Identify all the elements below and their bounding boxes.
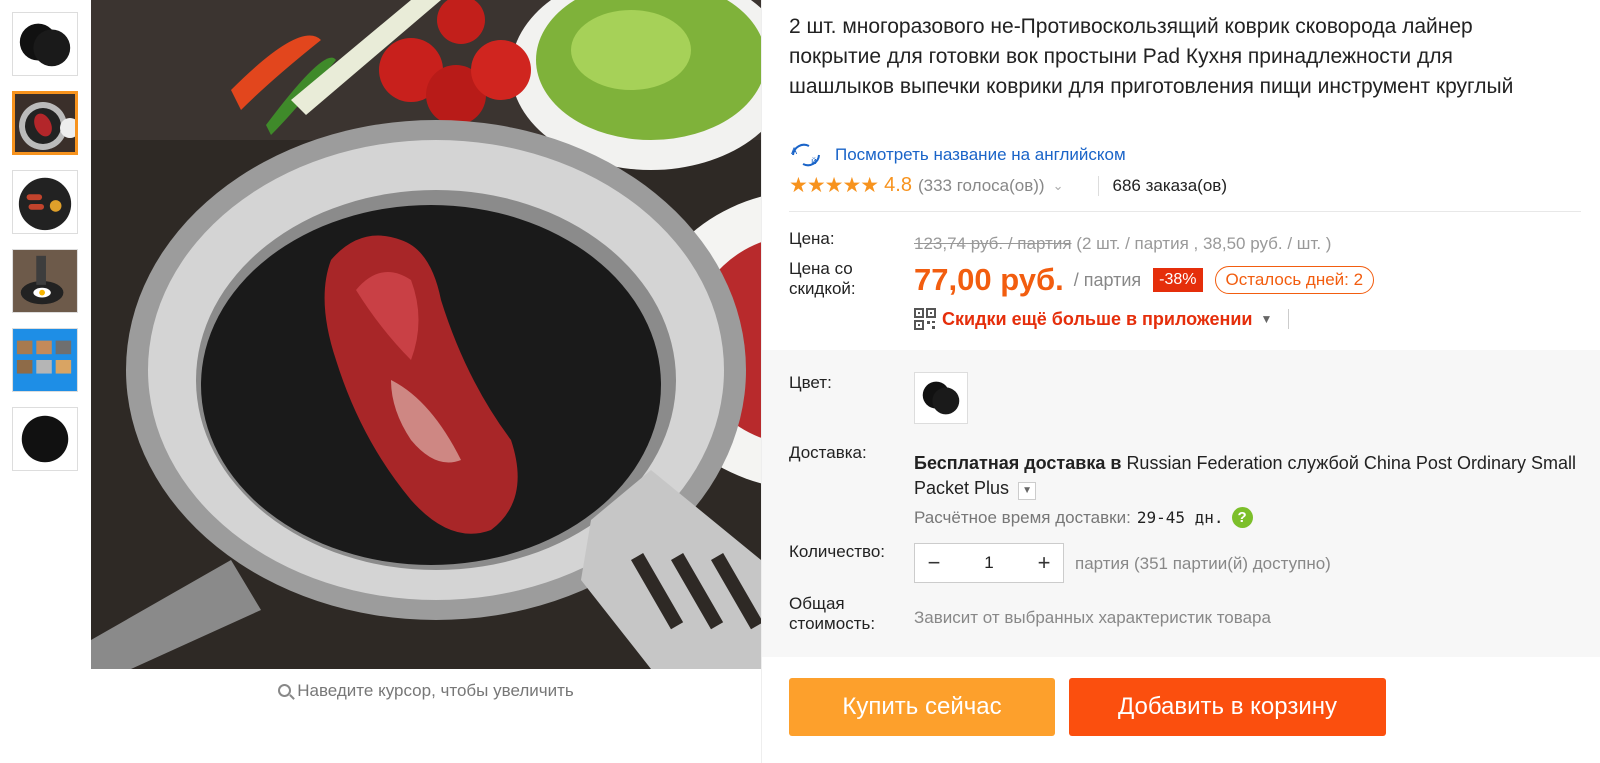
quantity-available: партия (351 партии(й) доступно) xyxy=(1075,554,1331,573)
color-label: Цвет: xyxy=(789,373,832,392)
color-option-black[interactable] xyxy=(914,372,968,424)
decrease-quantity-button[interactable]: − xyxy=(915,544,953,582)
rating-row: ★★★★★ 4.8 (333 голоса(ов)) ⌄ 686 заказа(… xyxy=(789,173,1227,198)
total-label: Общая стоимость: xyxy=(789,594,876,633)
app-promo[interactable]: Скидки ещё больше в приложении ▼ xyxy=(914,308,1290,330)
eta-label: Расчётное время доставки: xyxy=(914,507,1131,527)
shipping-info: Бесплатная доставка в Russian Federation… xyxy=(914,451,1594,501)
delivery-eta: Расчётное время доставки: 29-45 дн. ? xyxy=(914,507,1253,528)
original-price: 123,74 руб. / партия (2 шт. / партия , 3… xyxy=(914,234,1331,254)
eta-value: 29-45 дн. xyxy=(1136,508,1224,527)
thumbnail-mat-pair[interactable] xyxy=(12,12,78,76)
svg-text:A: A xyxy=(791,147,798,157)
thumbnail-collage[interactable] xyxy=(12,328,78,392)
thumbnail-steak-pan[interactable] xyxy=(12,91,78,155)
caret-down-icon[interactable]: ▼ xyxy=(1260,312,1272,326)
translate-link-text[interactable]: Посмотреть название на английском xyxy=(835,145,1126,165)
horizontal-divider xyxy=(789,211,1581,212)
quantity-stepper: − 1 + xyxy=(914,543,1064,583)
shipping-destination: Russian Federation xyxy=(1126,453,1283,473)
help-icon[interactable]: ? xyxy=(1231,507,1253,528)
zoom-hint-text: Наведите курсор, чтобы увеличить xyxy=(297,681,574,700)
quantity-input[interactable]: 1 xyxy=(953,553,1025,573)
zoom-hint: Наведите курсор, чтобы увеличить xyxy=(91,681,761,701)
discount-badge: -38% xyxy=(1153,268,1203,292)
days-left-badge: Осталось дней: 2 xyxy=(1214,266,1375,294)
main-product-image[interactable] xyxy=(91,0,761,669)
rating-stars-icon: ★★★★★ xyxy=(789,174,879,197)
original-price-value: 123,74 руб. / партия xyxy=(914,234,1072,253)
divider xyxy=(1097,175,1099,196)
discount-price-row: 77,00 руб. / партия -38% Осталось дней: … xyxy=(914,262,1375,298)
original-price-detail: (2 шт. / партия , 38,50 руб. / шт. ) xyxy=(1076,234,1332,253)
thumbnail-egg-pan[interactable] xyxy=(12,249,78,313)
orders-count: 686 заказа(ов) xyxy=(1112,175,1227,195)
svg-text:й: й xyxy=(811,157,817,167)
translate-icon: A й xyxy=(791,143,820,167)
discount-price: 77,00 руб. xyxy=(914,262,1064,297)
increase-quantity-button[interactable]: + xyxy=(1025,544,1063,582)
product-title: 2 шт. многоразового не-Противоскользящий… xyxy=(789,15,1514,98)
qr-code-icon xyxy=(914,308,936,330)
votes-count[interactable]: (333 голоса(ов)) xyxy=(918,176,1045,196)
total-value: Зависит от выбранных характеристик товар… xyxy=(914,608,1271,627)
shipping-label: Доставка: xyxy=(789,443,867,462)
magnifier-icon xyxy=(278,684,292,697)
rating-value: 4.8 xyxy=(884,174,912,196)
thumbnail-single-mat[interactable] xyxy=(12,407,78,471)
thumbnail-strip xyxy=(12,12,78,486)
shipping-via: службой xyxy=(1287,453,1359,473)
product-info-panel: 2 шт. многоразового не-Противоскользящий… xyxy=(762,0,1600,763)
add-to-cart-button[interactable]: Добавить в корзину xyxy=(1069,678,1386,736)
shipping-dropdown-icon[interactable]: ▼ xyxy=(1018,482,1037,500)
price-label: Цена: xyxy=(789,229,835,248)
price-unit: / партия xyxy=(1073,269,1142,290)
shipping-free: Бесплатная доставка в xyxy=(914,453,1122,473)
quantity-label: Количество: xyxy=(789,542,886,561)
chevron-down-icon[interactable]: ⌄ xyxy=(1053,178,1064,194)
discount-price-label: Цена со скидкой: xyxy=(789,259,856,298)
buy-now-button[interactable]: Купить сейчас xyxy=(789,678,1055,736)
app-promo-text[interactable]: Скидки ещё больше в приложении xyxy=(942,309,1252,330)
translate-title-link[interactable]: A й Посмотреть название на английском xyxy=(789,142,1126,168)
divider xyxy=(1288,309,1290,329)
thumbnail-sausages-pan[interactable] xyxy=(12,170,78,234)
